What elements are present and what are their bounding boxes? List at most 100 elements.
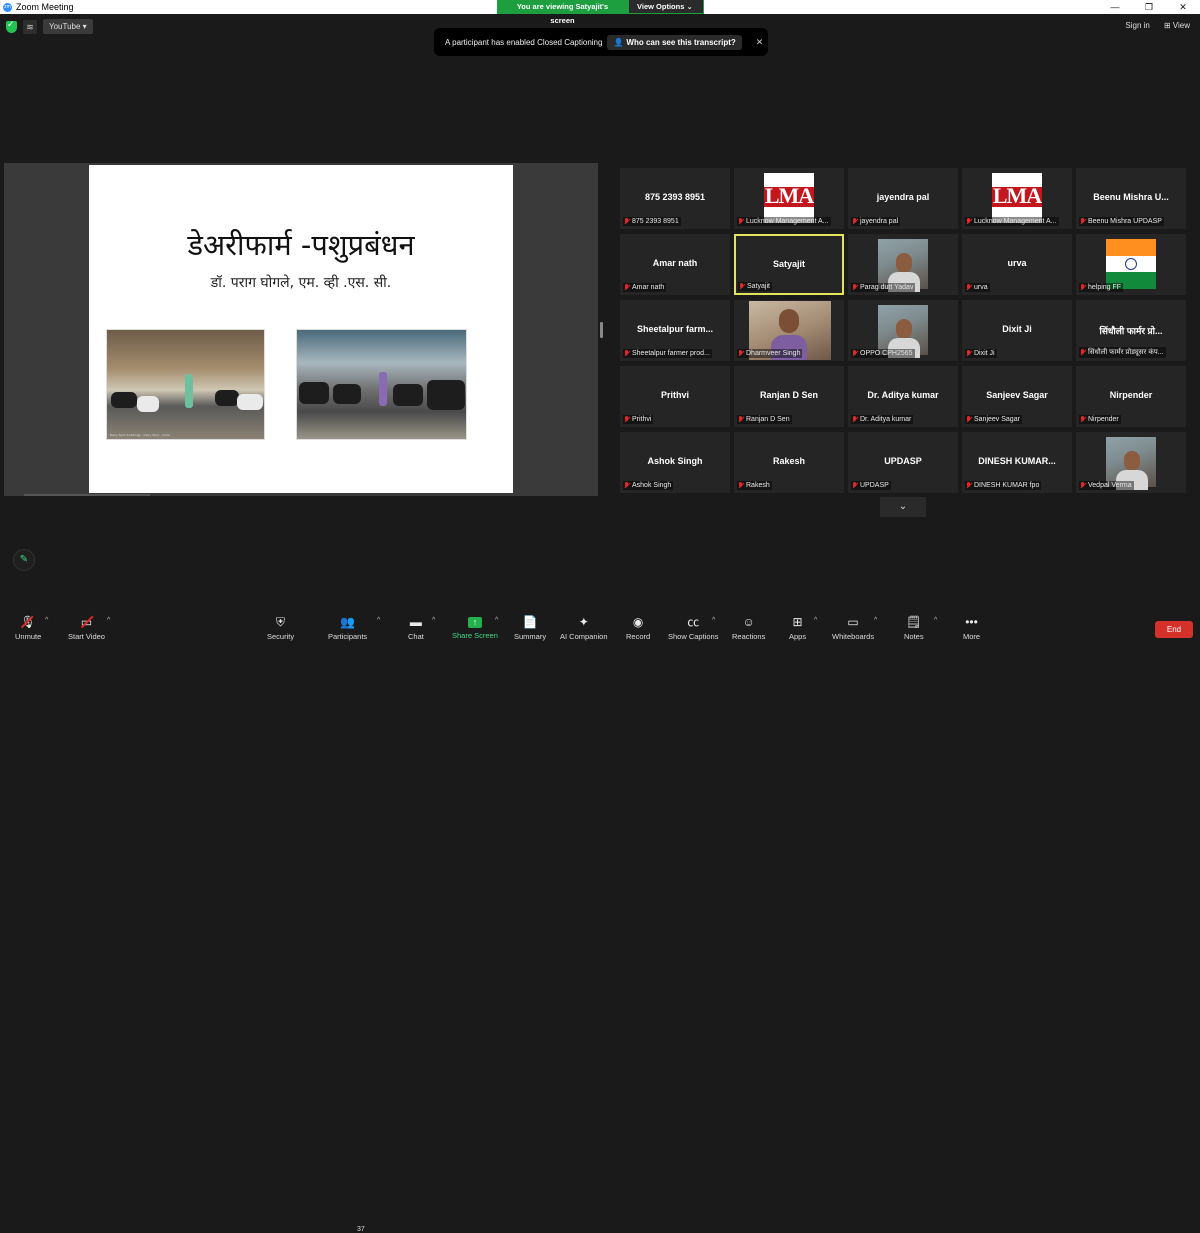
participant-label-text: Ashok Singh	[632, 482, 672, 489]
participant-tile[interactable]: LMA ✶ Lucknow Management A...	[734, 168, 844, 229]
close-window-button[interactable]: ✕	[1166, 0, 1200, 14]
participant-tile[interactable]: Sanjeev Sagar Sanjeev Sagar	[962, 366, 1072, 427]
ai-companion-label: AI Companion	[560, 632, 608, 641]
participant-name-label: Lucknow Management A...	[965, 217, 1059, 226]
participants-button[interactable]: 👥 Participants	[328, 615, 367, 641]
whiteboards-options-caret-icon[interactable]: ^	[874, 617, 877, 624]
participant-tile[interactable]: jayendra pal jayendra pal	[848, 168, 958, 229]
share-options-caret-icon[interactable]: ^	[495, 617, 498, 624]
restore-button[interactable]: ❐	[1132, 0, 1166, 14]
record-button[interactable]: ◉ Record	[626, 615, 650, 641]
panel-resize-handle[interactable]	[600, 322, 603, 338]
participant-tile[interactable]: Vedpal Verma	[1076, 432, 1186, 493]
participant-tile[interactable]: सिंधौली फार्मर प्रो... सिंधौली फार्मर प्र…	[1076, 300, 1186, 361]
annotate-pencil-icon[interactable]: ✎	[13, 549, 35, 571]
window-controls: — ❐ ✕	[1098, 0, 1200, 14]
mic-muted-icon	[966, 218, 972, 225]
youtube-live-dropdown[interactable]: YouTube ▾	[43, 19, 93, 34]
mic-muted-icon	[624, 416, 630, 423]
more-button[interactable]: ••• More	[963, 615, 980, 641]
mic-muted-icon	[1080, 218, 1086, 225]
participant-tile[interactable]: Parag dutt Yadav	[848, 234, 958, 295]
sign-in-button[interactable]: Sign in	[1125, 21, 1149, 30]
record-icon: ◉	[632, 615, 644, 629]
participant-name-label: Prithvi	[623, 415, 654, 424]
participant-tile[interactable]: Dharmveer Singh	[734, 300, 844, 361]
dairy-shed-photo-1: Dairy farm buildings - Dairy farm - Indi…	[106, 329, 265, 440]
end-meeting-button[interactable]: End	[1155, 621, 1193, 638]
apps-label: Apps	[789, 632, 807, 641]
participant-tile[interactable]: Sheetalpur farm... Sheetalpur farmer prod…	[620, 300, 730, 361]
minimize-button[interactable]: —	[1098, 0, 1132, 14]
participant-tile[interactable]: DINESH KUMAR... DINESH KUMAR fpo	[962, 432, 1072, 493]
window-title: Zoom Meeting	[16, 2, 74, 12]
participant-label-text: Sanjeev Sagar	[974, 416, 1020, 423]
notes-options-caret-icon[interactable]: ^	[934, 617, 937, 624]
participant-display-name: Prithvi	[660, 390, 689, 400]
participant-tile[interactable]: Beenu Mishra U... Beenu Mishra UPDASP	[1076, 168, 1186, 229]
participant-gallery: 875 2393 8951 875 2393 8951 LMA ✶ Lucknow Ma…	[620, 168, 1192, 496]
view-menu-button[interactable]: ⊞ View	[1164, 21, 1190, 30]
participant-display-name: 875 2393 8951	[644, 192, 706, 202]
whiteboards-button[interactable]: ▭ Whiteboards	[832, 615, 874, 641]
participant-tile[interactable]: OPPO CPH2565	[848, 300, 958, 361]
transcript-visibility-button[interactable]: 👤 Who can see this transcript?	[607, 34, 742, 50]
participant-name-label: DINESH KUMAR fpo	[965, 481, 1042, 490]
share-screen-button[interactable]: ↑ Share Screen	[452, 615, 498, 640]
participant-tile[interactable]: UPDASP UPDASP	[848, 432, 958, 493]
cow-shape	[333, 384, 361, 404]
participant-tile[interactable]: 875 2393 8951 875 2393 8951	[620, 168, 730, 229]
participant-name-label: Parag dutt Yadav	[851, 283, 916, 292]
summary-button[interactable]: 📄 Summary	[514, 615, 546, 641]
participant-label-text: UPDASP	[860, 482, 889, 489]
show-captions-button[interactable]: ㏄ Show Captions	[668, 615, 718, 641]
participant-name-label: Beenu Mishra UPDASP	[1079, 217, 1164, 226]
participant-display-name: Dixit Ji	[1002, 324, 1032, 334]
record-label: Record	[626, 632, 651, 641]
apps-options-caret-icon[interactable]: ^	[814, 617, 817, 624]
security-button[interactable]: ⛨ Security	[267, 615, 294, 641]
participant-display-name: DINESH KUMAR...	[978, 456, 1056, 466]
shared-screen-scrollbar[interactable]	[24, 494, 150, 496]
chat-options-caret-icon[interactable]: ^	[432, 617, 435, 624]
participant-tile[interactable]: urva urva	[962, 234, 1072, 295]
screen-share-banner: You are viewing Satyajit's screen View O…	[497, 0, 704, 25]
encryption-shield-icon[interactable]	[6, 19, 17, 33]
participant-tile[interactable]: helping FF	[1076, 234, 1186, 295]
notes-icon: 🗒	[906, 615, 922, 629]
participant-tile[interactable]: Nirpender Nirpender	[1076, 366, 1186, 427]
participant-tile[interactable]: Rakesh Rakesh	[734, 432, 844, 493]
close-notification-icon[interactable]: ✕	[756, 37, 764, 48]
captions-options-caret-icon[interactable]: ^	[712, 617, 715, 624]
participant-tile[interactable]: LMA ✶ Lucknow Management A...	[962, 168, 1072, 229]
cow-shape	[111, 392, 137, 408]
slide-subtitle: डॉ. पराग घोगले, एम. व्ही .एस. सी.	[210, 275, 392, 291]
video-options-caret-icon[interactable]: ^	[107, 617, 110, 624]
summary-label: Summary	[514, 632, 547, 641]
person-shape	[185, 374, 193, 408]
participant-label-text: urva	[974, 284, 988, 291]
participant-tile[interactable]: Satyajit Satyajit	[734, 234, 844, 295]
apps-button[interactable]: ⊞ Apps	[789, 615, 806, 641]
participant-tile[interactable]: Dixit Ji Dixit Ji	[962, 300, 1072, 361]
participant-tile[interactable]: Amar nath Amar nath	[620, 234, 730, 295]
participant-tile[interactable]: Ashok Singh Ashok Singh	[620, 432, 730, 493]
participant-tile[interactable]: Ranjan D Sen Ranjan D Sen	[734, 366, 844, 427]
participant-display-name: Sanjeev Sagar	[986, 390, 1048, 400]
ai-companion-button[interactable]: ✦ AI Companion	[560, 615, 608, 641]
next-page-chevron-icon[interactable]: ⌄	[880, 497, 926, 517]
participant-tile[interactable]: Prithvi Prithvi	[620, 366, 730, 427]
live-stream-icon[interactable]: ≋	[23, 19, 37, 34]
participant-tile[interactable]: Dr. Aditya kumar Dr. Aditya kumar	[848, 366, 958, 427]
mic-muted-icon	[966, 284, 972, 291]
notes-button[interactable]: 🗒 Notes	[904, 615, 924, 641]
participant-name-label: urva	[965, 283, 990, 292]
participant-video	[878, 305, 928, 358]
unmute-button[interactable]: 🎙 Unmute	[15, 615, 41, 641]
reactions-button[interactable]: ☺ Reactions	[732, 615, 765, 641]
chat-button[interactable]: ▬ Chat	[408, 615, 424, 641]
view-options-button[interactable]: View Options ⌄	[628, 0, 704, 14]
start-video-button[interactable]: ▭ Start Video	[68, 615, 105, 641]
audio-options-caret-icon[interactable]: ^	[45, 617, 48, 624]
participants-options-caret-icon[interactable]: ^	[377, 617, 380, 624]
